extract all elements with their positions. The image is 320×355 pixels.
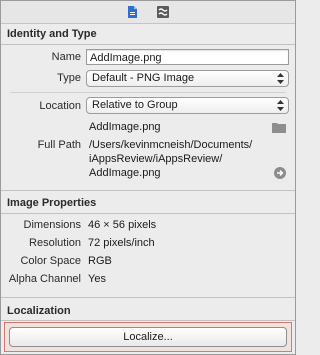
localize-button[interactable]: Localize... [9,327,287,347]
section-divider [1,44,295,45]
resolution-label: Resolution [29,237,81,249]
full-path-line-3: AddImage.png [89,167,161,179]
alpha-channel-value: Yes [88,273,106,285]
dimensions-label: Dimensions [23,219,81,231]
type-popup[interactable]: Default - PNG Image [86,70,289,87]
type-label: Type [57,72,81,84]
name-label: Name [51,51,81,63]
section-divider [1,190,295,191]
color-space-label: Color Space [20,255,81,267]
alpha-channel-label: Alpha Channel [8,273,81,285]
color-space-value: RGB [88,255,112,267]
section-divider [1,320,295,321]
inspector-tab-bar [1,1,295,24]
quick-help-icon[interactable] [155,4,171,20]
dimensions-value: 46 × 56 pixels [88,219,157,231]
full-path-line-2: iAppsReview/iAppsReview/ [89,153,223,165]
full-path-label: Full Path [37,139,81,151]
file-inspector-icon[interactable] [124,4,140,20]
popup-arrows-icon [277,100,284,111]
location-popup-value: Relative to Group [92,99,178,111]
image-properties-heading: Image Properties [7,197,97,209]
section-divider [1,297,295,298]
name-field[interactable]: AddImage.png [86,49,289,65]
location-popup[interactable]: Relative to Group [86,97,289,114]
section-divider [1,213,295,214]
identity-section-heading: Identity and Type [7,28,97,40]
folder-icon[interactable] [272,122,286,133]
type-popup-value: Default - PNG Image [92,72,195,84]
full-path-line-1: /Users/kevinmcneish/Documents/ [89,139,253,151]
divider [10,92,286,93]
location-label: Location [39,100,81,112]
file-inspector-panel: Identity and Type Name AddImage.png Type… [0,0,296,355]
location-file-name: AddImage.png [89,121,161,133]
localization-heading: Localization [7,305,71,317]
resolution-value: 72 pixels/inch [88,237,155,249]
popup-arrows-icon [277,73,284,84]
reveal-in-finder-arrow-icon[interactable] [274,167,286,179]
